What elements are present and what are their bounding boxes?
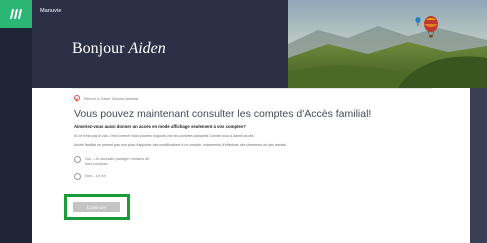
greeting-name: Aiden (128, 40, 166, 57)
radio-option-no-label: Non – Le for (85, 174, 106, 178)
back-link-label: Retour à Gérer l'Accès familial (84, 95, 138, 101)
manulife-logo[interactable] (0, 0, 32, 28)
question-text: Aimeriez-vous aussi donner un accès en m… (74, 124, 246, 129)
radio-option-no[interactable]: Non – Le for (74, 173, 155, 180)
main-content: Retour à Gérer l'Accès familial Vous pou… (32, 88, 470, 243)
continue-button-highlight: Continuer (64, 194, 130, 220)
right-panel (470, 88, 487, 243)
back-link[interactable]: Retour à Gérer l'Accès familial (74, 95, 138, 101)
greeting: Bonjour Aiden (72, 40, 166, 58)
info-paragraph-2: Accès familial ne permet pas non plus d'… (74, 143, 287, 147)
page-title: Vous pouvez maintenant consulter les com… (74, 108, 372, 120)
app-window: Manuvie Bonjour Aiden Retour à Gérer l'A… (0, 0, 487, 243)
header-panel: Manuvie Bonjour Aiden (32, 0, 288, 88)
radio-option-yes-label: Oui – Je souhaite partager certains de m… (85, 157, 150, 166)
radio-button-yes[interactable] (74, 156, 81, 163)
continue-button[interactable]: Continuer (73, 202, 120, 212)
radio-button-no[interactable] (74, 173, 81, 180)
radio-option-yes[interactable]: Oui – Je souhaite partager certains de m… (74, 156, 155, 167)
info-paragraph-1: Si ce n'est pas le cas, c'est correct! V… (74, 134, 255, 138)
greeting-prefix: Bonjour (72, 40, 129, 57)
left-rail (0, 0, 32, 243)
landscape-illustration (288, 0, 487, 88)
hero-landscape-image (288, 0, 487, 88)
back-arrow-icon (74, 95, 80, 101)
divider (72, 88, 432, 89)
brand-name: Manuvie (40, 8, 62, 14)
